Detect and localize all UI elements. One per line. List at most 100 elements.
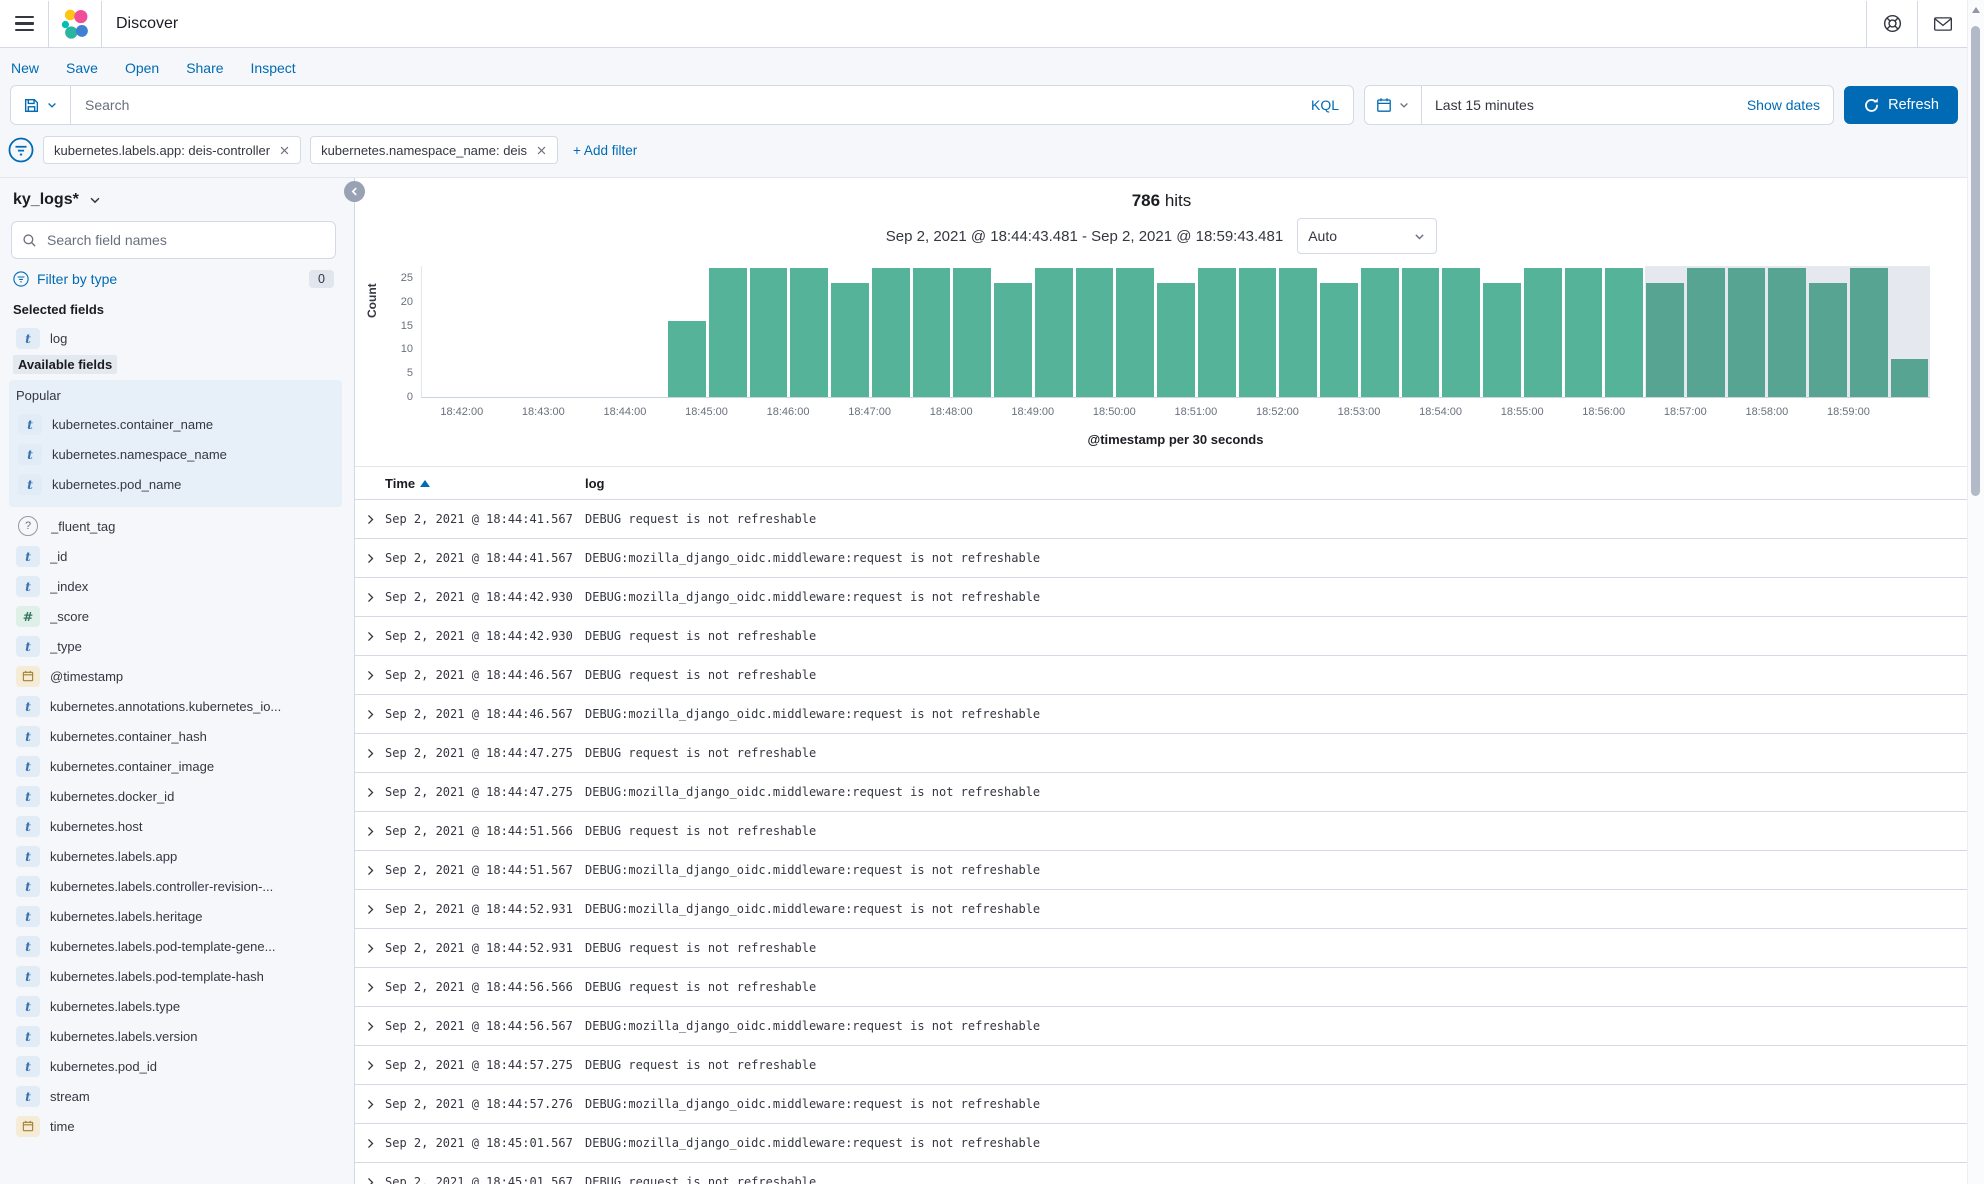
index-pattern-switcher[interactable]: ky_logs*: [11, 178, 336, 221]
log-column-header[interactable]: log: [585, 476, 1968, 491]
page-scrollbar[interactable]: [1967, 0, 1984, 1184]
field-item-stream[interactable]: tstream: [11, 1081, 336, 1111]
filter-pill[interactable]: kubernetes.labels.app: deis-controller: [43, 136, 301, 164]
expand-row-button[interactable]: [355, 1098, 385, 1111]
table-row[interactable]: Sep 2, 2021 @ 18:44:56.567DEBUG:mozilla_…: [355, 1007, 1968, 1046]
field-item-time[interactable]: time: [11, 1111, 336, 1141]
expand-row-button[interactable]: [355, 825, 385, 838]
time-range-value[interactable]: Last 15 minutes: [1422, 97, 1734, 113]
field-item-kubernetes.namespace_name[interactable]: tkubernetes.namespace_name: [13, 439, 336, 469]
expand-row-button[interactable]: [355, 786, 385, 799]
histogram-bar[interactable]: [872, 268, 910, 397]
histogram-bar[interactable]: [1279, 268, 1317, 397]
histogram-bar[interactable]: [1198, 268, 1236, 397]
expand-row-button[interactable]: [355, 1059, 385, 1072]
histogram-bar[interactable]: [668, 321, 706, 397]
histogram-bar[interactable]: [1605, 268, 1643, 397]
search-input[interactable]: [71, 97, 1297, 113]
histogram-bar[interactable]: [1524, 268, 1562, 397]
refresh-button[interactable]: Refresh: [1844, 86, 1958, 124]
histogram-bar[interactable]: [1402, 268, 1440, 397]
expand-row-button[interactable]: [355, 513, 385, 526]
expand-row-button[interactable]: [355, 747, 385, 760]
table-row[interactable]: Sep 2, 2021 @ 18:44:46.567DEBUG:mozilla_…: [355, 695, 1968, 734]
histogram-bar[interactable]: [1728, 268, 1766, 397]
field-item-kubernetes.labels.app[interactable]: tkubernetes.labels.app: [11, 841, 336, 871]
histogram-bar[interactable]: [994, 283, 1032, 397]
histogram-chart[interactable]: Count 0510152025 18:42:0018:43:0018:44:0…: [369, 266, 1930, 456]
table-row[interactable]: Sep 2, 2021 @ 18:44:47.275DEBUG:mozilla_…: [355, 773, 1968, 812]
expand-row-button[interactable]: [355, 981, 385, 994]
table-row[interactable]: Sep 2, 2021 @ 18:44:56.566DEBUG request …: [355, 968, 1968, 1007]
menu-button[interactable]: [0, 1, 49, 47]
histogram-bar[interactable]: [1483, 283, 1521, 397]
field-item-kubernetes.labels.pod-template-gene...[interactable]: tkubernetes.labels.pod-template-gene...: [11, 931, 336, 961]
table-row[interactable]: Sep 2, 2021 @ 18:44:52.931DEBUG request …: [355, 929, 1968, 968]
field-item-kubernetes.docker_id[interactable]: tkubernetes.docker_id: [11, 781, 336, 811]
field-item-_score[interactable]: #_score: [11, 601, 336, 631]
nav-link-inspect[interactable]: Inspect: [251, 60, 296, 76]
filter-options-icon[interactable]: [8, 137, 34, 163]
date-quick-menu-button[interactable]: [1365, 86, 1422, 124]
field-item-_index[interactable]: t_index: [11, 571, 336, 601]
filter-pill[interactable]: kubernetes.namespace_name: deis: [310, 136, 558, 164]
field-item-kubernetes.pod_id[interactable]: tkubernetes.pod_id: [11, 1051, 336, 1081]
nav-link-open[interactable]: Open: [125, 60, 159, 76]
histogram-bar[interactable]: [790, 268, 828, 397]
table-row[interactable]: Sep 2, 2021 @ 18:45:01.567DEBUG:mozilla_…: [355, 1124, 1968, 1163]
histogram-bar[interactable]: [709, 268, 747, 397]
histogram-bar[interactable]: [1687, 268, 1725, 397]
field-item-kubernetes.container_name[interactable]: tkubernetes.container_name: [13, 409, 336, 439]
expand-row-button[interactable]: [355, 864, 385, 877]
table-row[interactable]: Sep 2, 2021 @ 18:44:47.275DEBUG request …: [355, 734, 1968, 773]
remove-filter-icon[interactable]: [279, 145, 290, 156]
field-item-kubernetes.labels.controller-revision-...[interactable]: tkubernetes.labels.controller-revision-.…: [11, 871, 336, 901]
kql-language-button[interactable]: KQL: [1297, 97, 1353, 113]
nav-link-save[interactable]: Save: [66, 60, 98, 76]
expand-row-button[interactable]: [355, 903, 385, 916]
filter-by-type-button[interactable]: Filter by type: [13, 271, 117, 287]
histogram-bar[interactable]: [913, 268, 951, 397]
histogram-bar[interactable]: [1361, 268, 1399, 397]
field-search-input[interactable]: [45, 231, 325, 249]
table-row[interactable]: Sep 2, 2021 @ 18:44:41.567DEBUG:mozilla_…: [355, 539, 1968, 578]
nav-link-share[interactable]: Share: [186, 60, 223, 76]
interval-select[interactable]: Auto: [1297, 218, 1437, 254]
histogram-bar[interactable]: [1320, 283, 1358, 397]
histogram-bar[interactable]: [1768, 268, 1806, 397]
histogram-bar[interactable]: [1565, 268, 1603, 397]
help-button[interactable]: [1866, 1, 1917, 47]
field-item-log[interactable]: tlog: [11, 323, 336, 353]
field-item-kubernetes.container_hash[interactable]: tkubernetes.container_hash: [11, 721, 336, 751]
field-item-_fluent_tag[interactable]: ?_fluent_tag: [11, 511, 336, 541]
field-item-_type[interactable]: t_type: [11, 631, 336, 661]
histogram-bar[interactable]: [1809, 283, 1847, 397]
expand-row-button[interactable]: [355, 1176, 385, 1184]
field-item-_id[interactable]: t_id: [11, 541, 336, 571]
field-item-kubernetes.annotations.kubernetes_io...[interactable]: tkubernetes.annotations.kubernetes_io...: [11, 691, 336, 721]
table-row[interactable]: Sep 2, 2021 @ 18:44:42.930DEBUG request …: [355, 617, 1968, 656]
table-row[interactable]: Sep 2, 2021 @ 18:44:51.567DEBUG:mozilla_…: [355, 851, 1968, 890]
table-row[interactable]: Sep 2, 2021 @ 18:45:01.567DEBUG request …: [355, 1163, 1968, 1184]
histogram-bar[interactable]: [1891, 359, 1929, 397]
histogram-bar[interactable]: [1116, 268, 1154, 397]
scrollbar-up-arrow[interactable]: [1972, 7, 1980, 13]
add-filter-button[interactable]: + Add filter: [573, 143, 637, 158]
time-column-header[interactable]: Time: [385, 476, 585, 491]
histogram-bar[interactable]: [1035, 268, 1073, 397]
table-row[interactable]: Sep 2, 2021 @ 18:44:57.275DEBUG request …: [355, 1046, 1968, 1085]
table-row[interactable]: Sep 2, 2021 @ 18:44:41.567DEBUG request …: [355, 500, 1968, 539]
histogram-bar[interactable]: [1646, 283, 1684, 397]
histogram-bar[interactable]: [1076, 268, 1114, 397]
expand-row-button[interactable]: [355, 1137, 385, 1150]
expand-row-button[interactable]: [355, 669, 385, 682]
table-row[interactable]: Sep 2, 2021 @ 18:44:46.567DEBUG request …: [355, 656, 1968, 695]
field-item-kubernetes.container_image[interactable]: tkubernetes.container_image: [11, 751, 336, 781]
histogram-bar[interactable]: [1442, 268, 1480, 397]
histogram-bar[interactable]: [750, 268, 788, 397]
nav-link-new[interactable]: New: [11, 60, 39, 76]
table-row[interactable]: Sep 2, 2021 @ 18:44:52.931DEBUG:mozilla_…: [355, 890, 1968, 929]
saved-query-menu-button[interactable]: [11, 86, 71, 124]
histogram-bar[interactable]: [1157, 283, 1195, 397]
histogram-bar[interactable]: [1239, 268, 1277, 397]
